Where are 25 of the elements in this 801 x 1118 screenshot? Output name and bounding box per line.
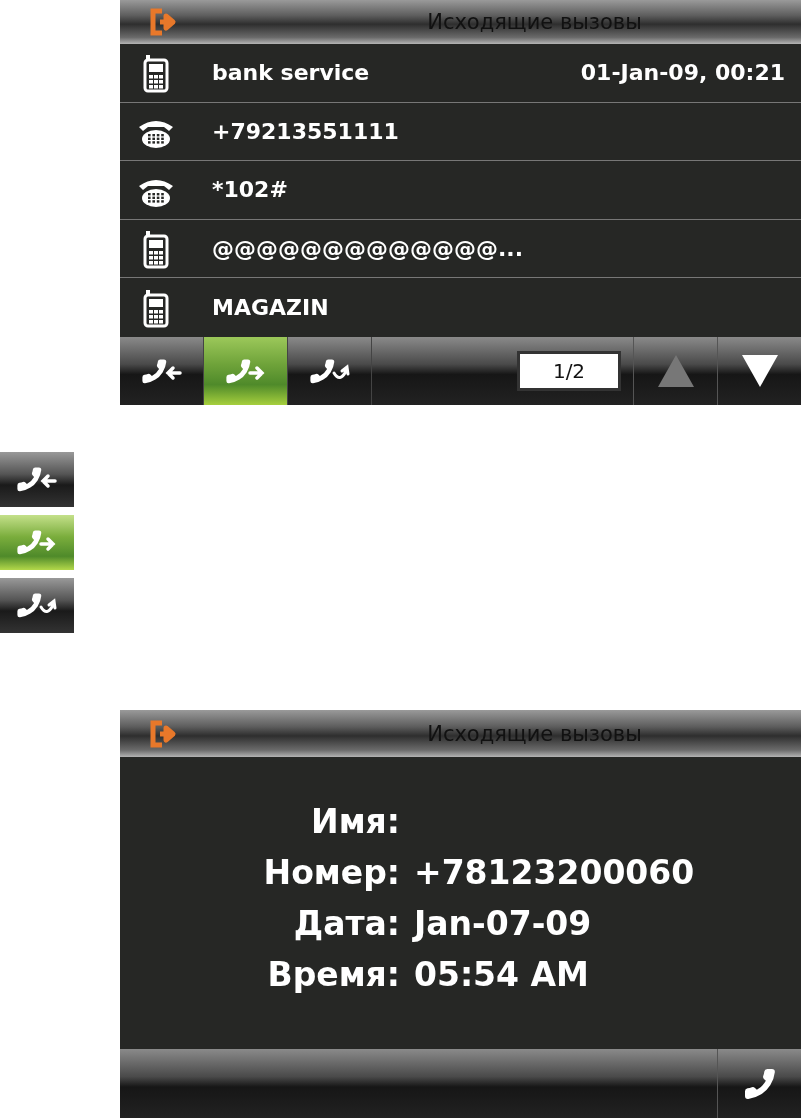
call-list-item[interactable]: +79213551111 xyxy=(120,102,801,162)
contact-name: @@@@@@@@@@@@@... xyxy=(212,236,525,262)
contact-name: bank service xyxy=(212,60,371,86)
exit-icon[interactable] xyxy=(148,7,178,37)
screen-title: Исходящие вызовы xyxy=(426,10,643,34)
contact-name: MAGAZIN xyxy=(212,295,330,321)
field-value: Jan-07-09 xyxy=(414,904,593,943)
field-label: Номер: xyxy=(262,853,400,892)
field-value: +78123200060 xyxy=(414,853,696,892)
field-label: Имя: xyxy=(310,802,400,841)
contact-name: *102# xyxy=(212,177,289,203)
field-value: 05:54 AM xyxy=(414,955,590,994)
call-type-tab[interactable] xyxy=(204,336,288,405)
contact-name: +79213551111 xyxy=(212,118,400,144)
call-list-item[interactable]: *102# xyxy=(120,161,801,220)
page-indicator: 1/2 xyxy=(517,350,621,391)
exit-icon[interactable] xyxy=(148,718,178,749)
field-label: Время: xyxy=(266,955,400,994)
field-label: Дата: xyxy=(292,904,400,943)
down-triangle-icon xyxy=(739,352,780,389)
call-list-item[interactable]: bank service 01-Jan-09, 00:21 xyxy=(120,44,801,103)
call-list-item[interactable]: @@@@@@@@@@@@@... xyxy=(120,219,801,279)
call-list-item[interactable]: MAGAZIN xyxy=(120,278,801,337)
screen-title: Исходящие вызовы xyxy=(426,721,643,746)
call-time: 01-Jan-09, 00:21 xyxy=(580,60,785,86)
